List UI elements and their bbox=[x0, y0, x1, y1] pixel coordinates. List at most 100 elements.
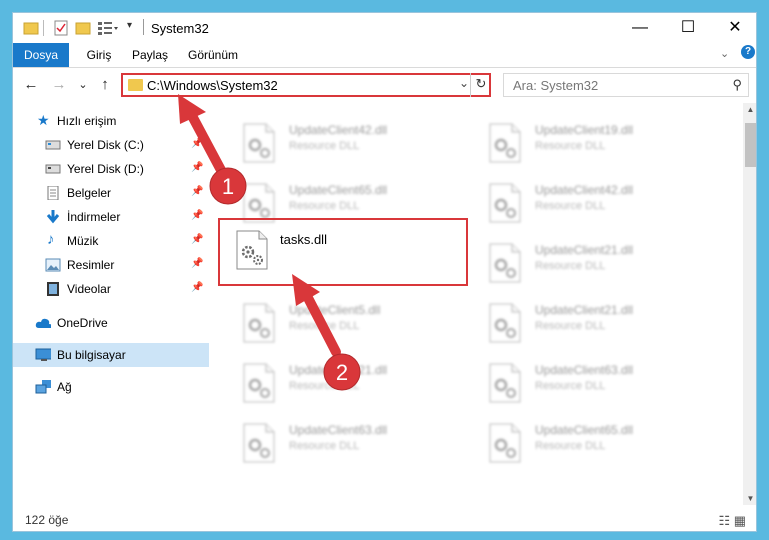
file-item[interactable]: UpdateClient42.dll Resource DLL bbox=[475, 175, 705, 227]
pin-icon[interactable]: 📌 bbox=[191, 282, 203, 293]
sidebar-item-onedrive[interactable]: OneDrive bbox=[13, 311, 209, 335]
status-bar: 122 öğe ☷ ▦ bbox=[13, 509, 756, 531]
maximize-button[interactable]: ☐ bbox=[665, 13, 711, 43]
file-item[interactable]: UpdateClient21.dll Resource DLL bbox=[475, 235, 705, 287]
folder-icon bbox=[128, 79, 143, 91]
computer-icon bbox=[35, 348, 51, 361]
quick-access-separator bbox=[43, 20, 44, 36]
file-name: UpdateClient65.dll bbox=[535, 423, 634, 437]
pictures-icon bbox=[45, 258, 61, 272]
sidebar-item-local-disk-d[interactable]: Yerel Disk (D:) 📌 bbox=[13, 157, 209, 181]
up-button[interactable]: ↑ bbox=[95, 75, 115, 95]
file-item-tasks[interactable]: tasks.dll bbox=[232, 228, 462, 284]
file-name: UpdateClient65.dll bbox=[289, 183, 388, 197]
file-description: Resource DLL bbox=[535, 260, 606, 272]
refresh-icon[interactable]: ↻ bbox=[470, 73, 491, 97]
folder-icon[interactable] bbox=[23, 19, 39, 37]
dll-file-icon bbox=[487, 123, 523, 163]
sidebar-item-videos[interactable]: Videolar 📌 bbox=[13, 277, 209, 301]
file-name: UpdateClient42.dll bbox=[289, 123, 388, 137]
file-description: Resource DLL bbox=[289, 320, 360, 332]
new-folder-icon[interactable] bbox=[75, 19, 91, 37]
sidebar-item-local-disk-c[interactable]: Yerel Disk (C:) 📌 bbox=[13, 133, 209, 157]
expand-ribbon-icon[interactable]: ⌄ bbox=[720, 47, 729, 60]
sidebar-item-downloads[interactable]: İndirmeler 📌 bbox=[13, 205, 209, 229]
recent-locations-button[interactable]: ⌄ bbox=[73, 75, 93, 95]
drive-icon bbox=[45, 140, 61, 150]
window-title: System32 bbox=[151, 21, 209, 36]
pin-icon[interactable]: 📌 bbox=[191, 234, 203, 245]
file-description: Resource DLL bbox=[289, 440, 360, 452]
file-name: UpdateClient42.dll bbox=[535, 183, 634, 197]
minimize-button[interactable]: — bbox=[617, 13, 663, 43]
pin-icon[interactable]: 📌 bbox=[191, 138, 203, 149]
dll-file-icon bbox=[487, 363, 523, 403]
pin-icon[interactable]: 📌 bbox=[191, 162, 203, 173]
sidebar-item-network[interactable]: Ağ bbox=[13, 375, 209, 399]
scroll-thumb[interactable] bbox=[745, 123, 756, 167]
file-description: Resource DLL bbox=[289, 380, 360, 392]
address-path[interactable]: C:\Windows\System32 bbox=[147, 78, 278, 93]
properties-icon[interactable] bbox=[53, 19, 69, 37]
file-name: UpdateClient63.dll bbox=[289, 423, 388, 437]
sidebar-item-documents[interactable]: Belgeler 📌 bbox=[13, 181, 209, 205]
scroll-down-icon[interactable]: ▼ bbox=[743, 494, 756, 503]
file-item[interactable]: UpdateClient42.dll Resource DLL bbox=[229, 115, 459, 167]
vertical-scrollbar[interactable]: ▲ ▼ bbox=[743, 103, 756, 505]
pin-icon[interactable]: 📌 bbox=[191, 258, 203, 269]
sidebar-item-quick-access[interactable]: ★ Hızlı erişim bbox=[13, 109, 209, 133]
dll-file-icon bbox=[241, 183, 277, 223]
view-mode-icons[interactable]: ☷ ▦ bbox=[718, 513, 746, 529]
network-icon bbox=[35, 380, 51, 394]
tab-file[interactable]: Dosya bbox=[13, 43, 69, 67]
cloud-icon bbox=[35, 318, 51, 328]
file-name: tasks.dll bbox=[280, 232, 327, 247]
search-icon[interactable]: ⚲ bbox=[732, 77, 742, 93]
file-description: Resource DLL bbox=[535, 380, 606, 392]
sidebar-item-music[interactable]: ♪ Müzik 📌 bbox=[13, 229, 209, 253]
file-item[interactable]: UpdateClient19.dll Resource DLL bbox=[475, 115, 705, 167]
file-item[interactable]: UpdateClient63.dll Resource DLL bbox=[475, 355, 705, 407]
pin-icon[interactable]: 📌 bbox=[191, 186, 203, 197]
music-icon: ♪ bbox=[47, 231, 55, 248]
dll-file-icon bbox=[241, 303, 277, 343]
address-bar[interactable]: C:\Windows\System32 ⌄ ↻ bbox=[121, 73, 491, 97]
close-button[interactable]: ✕ bbox=[712, 13, 756, 43]
file-description: Resource DLL bbox=[535, 440, 606, 452]
download-icon bbox=[46, 210, 60, 224]
help-icon[interactable]: ? bbox=[741, 45, 755, 59]
tab-view[interactable]: Görünüm bbox=[183, 43, 243, 67]
file-name: UpdateClient5.dll bbox=[289, 303, 381, 317]
file-name: UpdateClient19.dll bbox=[535, 123, 634, 137]
dll-file-icon bbox=[241, 123, 277, 163]
file-item[interactable]: UpdateClient65.dll Resource DLL bbox=[475, 415, 705, 467]
customize-toolbar-icon[interactable]: ▾ bbox=[127, 20, 132, 38]
file-description: Resource DLL bbox=[535, 140, 606, 152]
file-description: Resource DLL bbox=[535, 320, 606, 332]
tab-share[interactable]: Paylaş bbox=[127, 43, 173, 67]
search-box[interactable]: Ara: System32 ⚲ bbox=[503, 73, 749, 97]
search-placeholder[interactable]: Ara: System32 bbox=[513, 78, 598, 93]
forward-button[interactable]: → bbox=[49, 75, 69, 95]
navigation-pane: ★ Hızlı erişim Yerel Disk (C:) 📌 Yerel D… bbox=[13, 109, 209, 509]
file-item[interactable]: UpdateClient21.dll Resource DLL bbox=[475, 295, 705, 347]
videos-icon bbox=[47, 282, 59, 296]
title-separator bbox=[143, 19, 144, 35]
file-item[interactable]: UpdateClient5.dll Resource DLL bbox=[229, 295, 459, 347]
pin-icon[interactable]: 📌 bbox=[191, 210, 203, 221]
scroll-up-icon[interactable]: ▲ bbox=[743, 105, 756, 114]
dll-file-icon bbox=[487, 423, 523, 463]
ribbon-tabs: Dosya Giriş Paylaş Görünüm ⌄ ? bbox=[13, 43, 756, 67]
view-options-icon[interactable] bbox=[97, 19, 119, 37]
sidebar-item-pictures[interactable]: Resimler 📌 bbox=[13, 253, 209, 277]
documents-icon bbox=[47, 186, 59, 200]
sidebar-item-this-pc[interactable]: Bu bilgisayar bbox=[13, 343, 209, 367]
address-dropdown-icon[interactable]: ⌄ bbox=[459, 76, 469, 90]
tab-home[interactable]: Giriş bbox=[79, 43, 119, 67]
file-item[interactable]: UpdateClient63.dll Resource DLL bbox=[229, 415, 459, 467]
file-item[interactable]: UpdateClient21.dll Resource DLL bbox=[229, 355, 459, 407]
back-button[interactable]: ← bbox=[21, 75, 41, 95]
file-list: UpdateClient42.dll Resource DLL UpdateClie… bbox=[209, 103, 743, 505]
dll-file-icon bbox=[241, 423, 277, 463]
title-bar: ▾ System32 — ☐ ✕ bbox=[13, 13, 756, 43]
